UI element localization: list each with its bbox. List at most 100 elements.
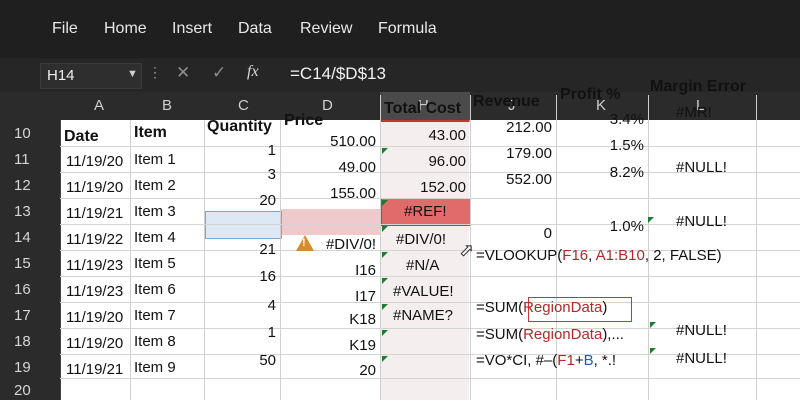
cell-margin-error[interactable]: #NULL!	[676, 159, 727, 176]
header-price[interactable]: Price	[284, 112, 323, 130]
cell-quantity[interactable]: 1	[206, 324, 276, 341]
tab-review[interactable]: Review	[300, 20, 352, 38]
cell-date[interactable]: 11/19/22	[66, 231, 123, 248]
insert-function-icon[interactable]: fx	[247, 63, 259, 81]
cell-margin-error[interactable]: #NULL!	[676, 350, 727, 367]
cell-price[interactable]: K18	[282, 311, 376, 328]
more-options-icon[interactable]: ⋮	[148, 64, 162, 81]
cell-quantity[interactable]: 20	[206, 192, 276, 209]
cell-date[interactable]: 11/19/21	[66, 205, 123, 222]
cell-date[interactable]: 11/19/21	[66, 361, 123, 378]
cell-item[interactable]: Item 4	[134, 229, 176, 246]
cell-revenue[interactable]: 179.00	[472, 145, 552, 162]
cell-total-cost-error[interactable]: #REF!	[404, 203, 447, 220]
cell-total-cost-error[interactable]: #N/A	[406, 257, 439, 274]
error-indicator-icon[interactable]	[382, 330, 388, 336]
cell-price[interactable]: 510.00	[282, 133, 376, 150]
cell-total-cost[interactable]: 152.00	[382, 179, 466, 196]
confirm-icon[interactable]: ✓	[212, 63, 226, 83]
cell-price[interactable]: I16	[282, 262, 376, 279]
selected-cell-c14[interactable]	[205, 211, 282, 239]
cell-profit[interactable]: 8.2%	[558, 164, 644, 181]
cancel-icon[interactable]: ✕	[176, 63, 190, 83]
row-11-header[interactable]: 11	[14, 151, 30, 168]
cell-quantity[interactable]: 1	[206, 142, 276, 159]
cell-item[interactable]: Item 6	[134, 281, 176, 298]
cell-margin-error[interactable]: #MR!	[676, 104, 712, 121]
header-revenue[interactable]: Revenue	[473, 93, 540, 111]
cell-profit[interactable]: 3.4%	[558, 111, 644, 128]
cell-total-cost-error[interactable]: #NAME?	[393, 307, 453, 324]
formula-input[interactable]: =C14/$D$13	[290, 64, 386, 84]
chevron-down-icon[interactable]: ▼	[127, 68, 138, 80]
cell-quantity[interactable]: 3	[206, 166, 276, 183]
cell-profit[interactable]: 1.5%	[558, 137, 644, 154]
cell-quantity[interactable]: 16	[206, 268, 276, 285]
cell-total-cost-error[interactable]: #DIV/0!	[396, 231, 446, 248]
cell-revenue[interactable]: 552.00	[472, 171, 552, 188]
cell-item[interactable]: Item 8	[134, 333, 176, 350]
header-quantity[interactable]: Quantity	[207, 118, 272, 136]
row-10-header[interactable]: 10	[14, 125, 31, 142]
tab-data[interactable]: Data	[238, 20, 272, 38]
cell-price[interactable]: 20	[282, 362, 376, 379]
cell-date[interactable]: 11/19/23	[66, 283, 123, 300]
header-item[interactable]: Item	[134, 124, 167, 142]
header-margin-error[interactable]: Margin Error	[650, 78, 746, 96]
cell-margin-error[interactable]: #NULL!	[676, 213, 727, 230]
error-indicator-icon[interactable]	[382, 226, 388, 232]
error-indicator-icon[interactable]	[382, 304, 388, 310]
cell-item[interactable]: Item 1	[134, 151, 176, 168]
error-indicator-icon[interactable]	[650, 322, 656, 328]
error-indicator-icon[interactable]	[382, 148, 388, 154]
cell-item[interactable]: Item 7	[134, 307, 176, 324]
cell-price[interactable]: 155.00	[282, 185, 376, 202]
error-indicator-icon[interactable]	[382, 278, 388, 284]
cell-price-error[interactable]: #DIV/0!	[282, 236, 376, 253]
row-19-header[interactable]: 19	[14, 359, 31, 376]
header-profit[interactable]: Profit %	[560, 86, 620, 104]
cell-date[interactable]: 11/19/20	[66, 179, 123, 196]
tab-insert[interactable]: Insert	[172, 20, 212, 38]
cell-price[interactable]: I17	[282, 288, 376, 305]
header-total-cost[interactable]: Total Cost	[384, 100, 461, 118]
row-16-header[interactable]: 16	[14, 281, 31, 298]
row-18-header[interactable]: 18	[14, 333, 31, 350]
error-indicator-icon[interactable]	[650, 348, 656, 354]
column-c-header[interactable]: C	[238, 97, 249, 114]
cell-revenue[interactable]: 212.00	[472, 119, 552, 136]
cell-revenue[interactable]: 0	[472, 225, 552, 242]
cell-total-cost[interactable]: 43.00	[382, 127, 466, 144]
cell-item[interactable]: Item 3	[134, 203, 176, 220]
cell-quantity[interactable]: 21	[206, 241, 276, 258]
column-a-header[interactable]: A	[94, 97, 104, 114]
cell-total-cost-error[interactable]: #VALUE!	[393, 283, 454, 300]
row-14-header[interactable]: 14	[14, 229, 31, 246]
formula-sum-2[interactable]: =SUM(RegionData),...	[476, 326, 624, 343]
column-b-header[interactable]: B	[162, 97, 172, 114]
cell-item[interactable]: Item 5	[134, 255, 176, 272]
cell-quantity[interactable]: 4	[206, 297, 276, 314]
row-15-header[interactable]: 15	[14, 255, 31, 272]
formula-sum-1[interactable]: =SUM(RegionData)	[476, 299, 607, 316]
column-d-header[interactable]: D	[322, 97, 333, 114]
error-indicator-icon[interactable]	[648, 217, 654, 223]
name-box[interactable]: H14 ▼	[40, 63, 142, 89]
cell-date[interactable]: 11/19/20	[66, 309, 123, 326]
cell-date[interactable]: 11/19/20	[66, 335, 123, 352]
row-13-header[interactable]: 13	[14, 203, 31, 220]
error-indicator-icon[interactable]	[382, 356, 388, 362]
cell-margin-error[interactable]: #NULL!	[676, 322, 727, 339]
cell-price[interactable]: 49.00	[282, 159, 376, 176]
row-20-header[interactable]: 20	[14, 382, 31, 399]
formula-vlookup[interactable]: =VLOOKUP(F16, A1:B10, 2, FALSE)	[476, 247, 722, 264]
cell-total-cost[interactable]: 96.00	[382, 153, 466, 170]
error-indicator-icon[interactable]	[382, 200, 388, 206]
cell-price[interactable]: K19	[282, 337, 376, 354]
cell-item[interactable]: Item 9	[134, 359, 176, 376]
error-indicator-icon[interactable]	[382, 252, 388, 258]
formula-garbled[interactable]: =VO*CI, #–(F1+B, *.!	[476, 352, 616, 369]
cell-date[interactable]: 11/19/20	[66, 153, 123, 170]
cell-date[interactable]: 11/19/23	[66, 257, 123, 274]
row-12-header[interactable]: 12	[14, 177, 31, 194]
